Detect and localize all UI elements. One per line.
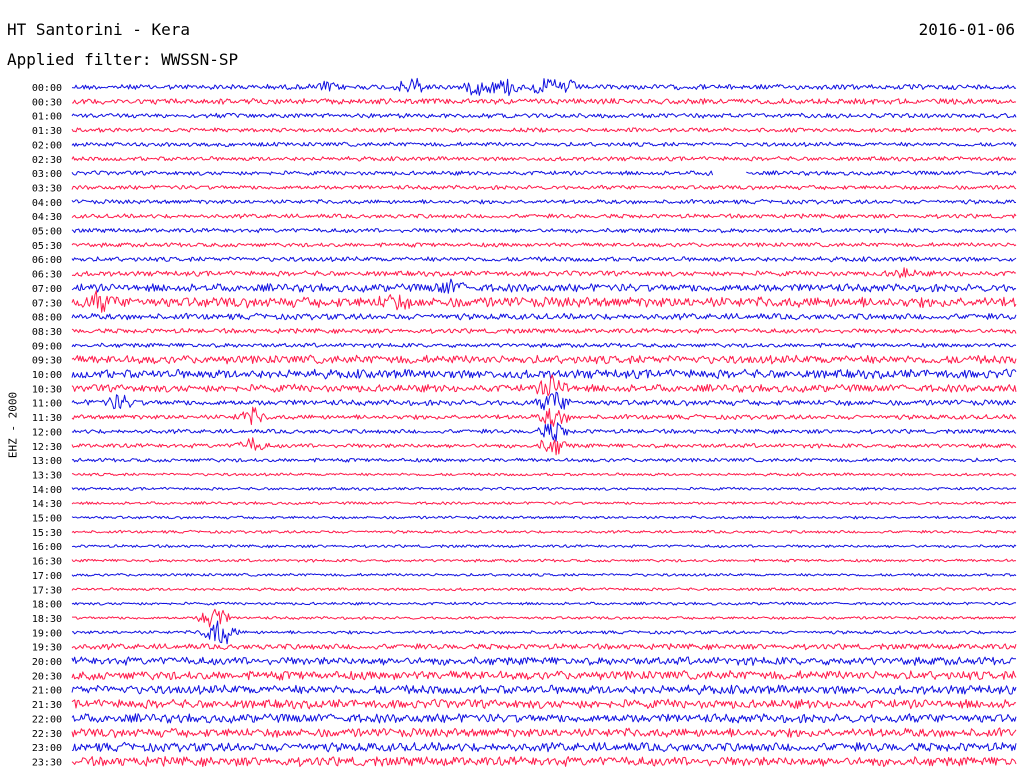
trace-0600 — [71, 256, 1017, 263]
trace-1400 — [71, 486, 1017, 491]
time-label-0400: 04:00 — [32, 198, 62, 209]
time-label-0800: 08:00 — [32, 313, 62, 324]
trace-1430 — [71, 501, 1017, 506]
trace-2330 — [71, 756, 1017, 767]
trace-2000 — [71, 656, 1017, 666]
time-label-1130: 11:30 — [32, 413, 62, 424]
helicorder-plot: 00:00 00:30 01:00 01:30 02:00 02:30 03:00 03:30… — [32, 77, 1017, 768]
trace-1800 — [71, 601, 1017, 606]
trace-0700 — [71, 278, 1017, 294]
time-label-1330: 13:30 — [32, 470, 62, 481]
trace-0400 — [71, 199, 1017, 205]
time-label-0230: 02:30 — [32, 155, 62, 166]
time-label-1800: 18:00 — [32, 600, 62, 611]
time-label-2100: 21:00 — [32, 686, 62, 697]
time-label-1630: 16:30 — [32, 557, 62, 568]
time-label-0000: 00:00 — [32, 83, 62, 94]
trace-1900 — [71, 620, 1017, 645]
trace-1830 — [72, 608, 1016, 628]
trace-0500 — [71, 227, 1017, 234]
trace-1630 — [71, 558, 1017, 563]
time-label-0600: 06:00 — [32, 255, 62, 266]
time-label-0530: 05:30 — [32, 241, 62, 252]
time-label-1400: 14:00 — [32, 485, 62, 496]
trace-2300 — [71, 741, 1017, 753]
time-label-1530: 15:30 — [32, 528, 62, 539]
time-label-1930: 19:30 — [32, 643, 62, 654]
time-label-0200: 02:00 — [32, 140, 62, 151]
time-label-0830: 08:30 — [32, 327, 62, 338]
trace-1530 — [71, 529, 1017, 534]
trace-1500 — [71, 515, 1017, 520]
trace-1330 — [71, 472, 1017, 477]
trace-0930 — [71, 354, 1017, 365]
time-labels: 00:00 00:30 01:00 01:30 02:00 02:30 03:00 03:30… — [32, 83, 62, 768]
trace-1000 — [71, 368, 1017, 380]
time-label-1830: 18:30 — [32, 614, 62, 625]
trace-0900 — [71, 342, 1017, 349]
trace-2030 — [71, 670, 1017, 681]
trace-0730 — [71, 290, 1017, 313]
time-label-1200: 12:00 — [32, 427, 62, 438]
time-label-1230: 12:30 — [32, 442, 62, 453]
time-label-2130: 21:30 — [32, 700, 62, 711]
time-label-2000: 20:00 — [32, 657, 62, 668]
trace-0800 — [71, 312, 1017, 321]
time-label-0900: 09:00 — [32, 341, 62, 352]
time-label-0630: 06:30 — [32, 270, 62, 281]
time-label-0100: 01:00 — [32, 112, 62, 123]
trace-2130 — [71, 698, 1017, 710]
time-label-0330: 03:30 — [32, 183, 62, 194]
time-label-1900: 19:00 — [32, 628, 62, 639]
trace-1300 — [71, 457, 1017, 463]
time-label-0130: 01:30 — [32, 126, 62, 137]
trace-1100 — [71, 391, 1017, 411]
time-label-1430: 14:30 — [32, 499, 62, 510]
trace-0200 — [71, 141, 1017, 148]
trace-1600 — [71, 544, 1017, 549]
time-label-2200: 22:00 — [32, 714, 62, 725]
trace-0830 — [71, 328, 1017, 334]
time-label-1730: 17:30 — [32, 585, 62, 596]
trace-0530 — [71, 242, 1017, 248]
time-label-0730: 07:30 — [32, 298, 62, 309]
time-label-0430: 04:30 — [32, 212, 62, 223]
time-label-1100: 11:00 — [32, 399, 62, 410]
trace-2230 — [71, 727, 1017, 739]
time-label-0930: 09:30 — [32, 356, 62, 367]
time-label-1300: 13:00 — [32, 456, 62, 467]
seismic-traces — [71, 77, 1017, 767]
time-label-0300: 03:00 — [32, 169, 62, 180]
time-label-1500: 15:00 — [32, 514, 62, 525]
time-label-2030: 20:30 — [32, 671, 62, 682]
time-label-1030: 10:30 — [32, 384, 62, 395]
time-label-2330: 23:30 — [32, 757, 62, 768]
trace-1200 — [71, 422, 1017, 442]
trace-0000 — [71, 77, 1017, 97]
trace-1730 — [71, 587, 1017, 592]
time-label-2300: 23:00 — [32, 743, 62, 754]
time-label-1700: 17:00 — [32, 571, 62, 582]
trace-1700 — [71, 572, 1017, 577]
time-label-2230: 22:30 — [32, 729, 62, 740]
trace-1930 — [71, 643, 1017, 651]
trace-1230 — [71, 437, 1017, 456]
time-label-0030: 00:30 — [32, 97, 62, 108]
trace-0130 — [71, 127, 1017, 133]
trace-0100 — [71, 112, 1017, 119]
time-label-1000: 10:00 — [32, 370, 62, 381]
trace-0630 — [71, 267, 1017, 279]
time-label-0700: 07:00 — [32, 284, 62, 295]
trace-2100 — [71, 684, 1017, 696]
trace-0300 — [71, 170, 1017, 176]
trace-0330 — [71, 184, 1017, 191]
trace-0030 — [71, 98, 1017, 105]
trace-0430 — [71, 213, 1017, 219]
time-label-0500: 05:00 — [32, 227, 62, 238]
time-label-1600: 16:00 — [32, 542, 62, 553]
trace-2200 — [71, 713, 1017, 724]
trace-0230 — [71, 156, 1017, 162]
